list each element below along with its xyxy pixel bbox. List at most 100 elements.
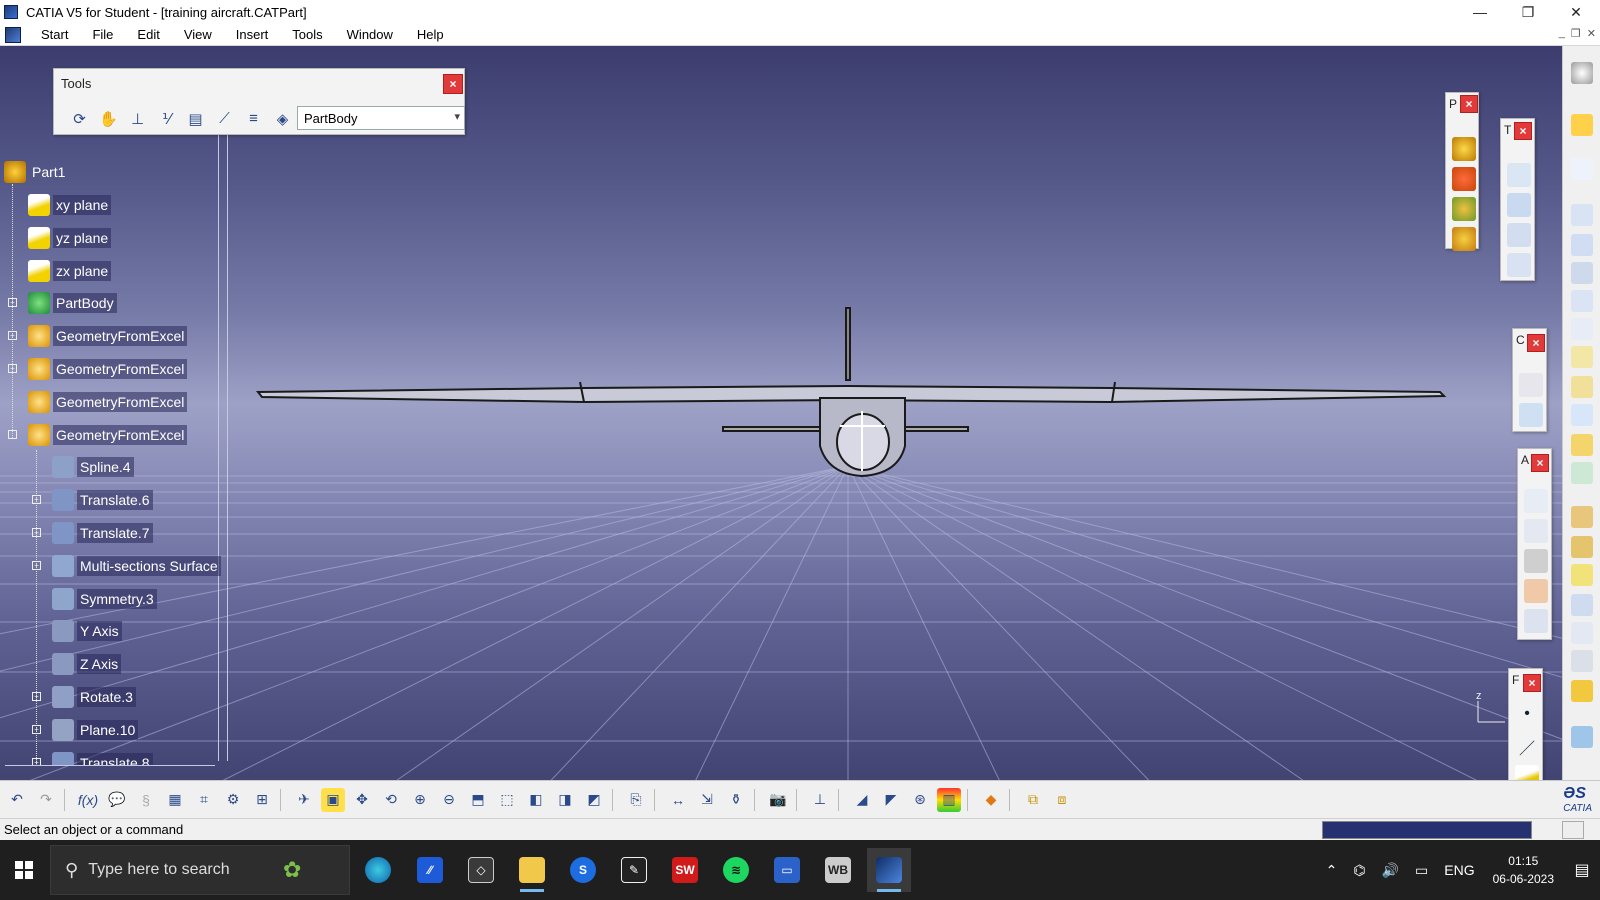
expand-icon[interactable]: + <box>8 298 17 308</box>
apply-material-bottom-icon[interactable]: ◆ <box>979 788 1003 812</box>
material-icon-3[interactable] <box>1452 197 1476 221</box>
isometric-view-icon[interactable]: ⬚ <box>495 788 519 812</box>
expand-icon[interactable]: + <box>32 528 41 537</box>
normal-view-icon[interactable]: ⬒ <box>466 788 490 812</box>
float-toolbar-f-close[interactable]: × <box>1523 674 1541 692</box>
boolean-ops-icon[interactable]: ⧉ <box>1021 788 1045 812</box>
surface-based-icon[interactable] <box>1571 726 1593 748</box>
flag-note-icon[interactable] <box>1524 519 1548 543</box>
expand-icon[interactable]: + <box>8 331 17 341</box>
tree-node[interactable]: zx plane <box>28 259 112 283</box>
float-toolbar-a-close[interactable]: × <box>1531 454 1549 472</box>
3d-viewport[interactable]: z <box>0 46 1562 792</box>
tree-node[interactable]: + Translate.7 <box>32 521 153 545</box>
thread-icon[interactable] <box>1571 650 1593 672</box>
language-indicator[interactable]: ENG <box>1444 862 1474 878</box>
annotation-tool-icon[interactable] <box>1524 609 1548 633</box>
loft-icon[interactable] <box>1571 434 1593 456</box>
view-annotation-icon[interactable] <box>1524 549 1548 573</box>
render-icon[interactable]: ⎘ <box>624 788 648 812</box>
knowledge-icon[interactable]: § <box>134 788 158 812</box>
table-icon[interactable]: ▦ <box>163 788 187 812</box>
groove-icon[interactable] <box>1571 290 1593 312</box>
settings-gear-icon[interactable] <box>1571 62 1593 84</box>
comment-icon[interactable]: 💬 <box>105 788 129 812</box>
swap-visible-icon[interactable]: ◩ <box>582 788 606 812</box>
float-toolbar-p-close[interactable]: × <box>1460 95 1478 113</box>
taskbar-workbench[interactable]: WB <box>816 848 860 892</box>
check-icon[interactable]: ⊞ <box>250 788 274 812</box>
collapse-icon[interactable] <box>8 429 17 439</box>
tree-node[interactable]: Y Axis <box>52 619 122 643</box>
tree-node[interactable]: Spline.4 <box>52 455 134 479</box>
doc-minimize-button[interactable]: _ <box>1559 27 1565 40</box>
menu-view[interactable]: View <box>172 27 224 42</box>
draft-analysis-icon[interactable]: ◢ <box>850 788 874 812</box>
menu-tools[interactable]: Tools <box>280 27 334 42</box>
expand-icon[interactable]: + <box>32 495 41 505</box>
draft-icon[interactable] <box>1571 564 1593 586</box>
symmetry-tool-icon[interactable] <box>1507 193 1531 217</box>
current-body-select[interactable]: PartBody ▾ <box>297 106 465 130</box>
list-icon[interactable]: ≡ <box>242 107 265 130</box>
units-icon[interactable]: ⅟ <box>155 107 178 130</box>
text-annotation-icon[interactable] <box>1524 489 1548 513</box>
zoom-out-icon[interactable]: ⊖ <box>437 788 461 812</box>
thickness-icon[interactable] <box>1571 622 1593 644</box>
chevron-up-icon[interactable]: ⌃ <box>1326 862 1338 879</box>
shading-icon[interactable]: ◧ <box>524 788 548 812</box>
expand-icon[interactable]: + <box>32 560 41 570</box>
tree-horizontal-scrollbar[interactable] <box>5 765 215 775</box>
pattern-icon[interactable] <box>1507 223 1531 247</box>
hand-pan-icon[interactable]: ✋ <box>97 107 120 130</box>
tree-root-part1[interactable]: Part1 <box>4 160 68 184</box>
law-icon[interactable]: ⚙ <box>221 788 245 812</box>
notification-icon[interactable]: ▤ <box>1564 860 1600 880</box>
stiffener-icon[interactable] <box>1571 404 1593 426</box>
tree-node[interactable]: + Rotate.3 <box>32 685 136 709</box>
tree-node[interactable]: + PartBody <box>8 291 117 315</box>
expand-icon[interactable]: + <box>32 757 41 765</box>
taskbar-search-box[interactable]: ⚲ Type here to search ✿ <box>50 845 350 895</box>
tree-node[interactable]: + Multi-sections Surface <box>32 554 221 578</box>
command-input-button[interactable] <box>1562 821 1584 839</box>
float-toolbar-c-close[interactable]: × <box>1527 334 1545 352</box>
menu-edit[interactable]: Edit <box>125 27 171 42</box>
taskbar-skype[interactable]: S <box>561 848 605 892</box>
curvature-analysis-icon[interactable]: ◤ <box>879 788 903 812</box>
pan-icon[interactable]: ✥ <box>350 788 374 812</box>
pocket-icon[interactable] <box>1571 234 1593 256</box>
rib-icon[interactable] <box>1571 346 1593 368</box>
undo-icon[interactable]: ↶ <box>5 788 29 812</box>
axis-tool-icon[interactable]: ⊥ <box>808 788 832 812</box>
expand-icon[interactable]: + <box>32 692 41 701</box>
chamfer-icon[interactable] <box>1571 536 1593 558</box>
remove-loft-icon[interactable] <box>1571 462 1593 484</box>
tree-node[interactable]: yz plane <box>28 226 112 250</box>
taskbar-solidworks[interactable]: SW <box>663 848 707 892</box>
volume-icon[interactable]: 🔊 <box>1382 862 1399 879</box>
menu-file[interactable]: File <box>80 27 125 42</box>
tree-node[interactable]: + Translate.8 <box>32 751 153 765</box>
design-table-icon[interactable]: ⌗ <box>192 788 216 812</box>
clock[interactable]: 01:15 06-06-2023 <box>1493 852 1554 888</box>
slot-icon[interactable] <box>1571 376 1593 398</box>
doc-restore-button[interactable]: ❐ <box>1571 27 1581 40</box>
tree-node[interactable]: Z Axis <box>52 652 122 676</box>
update-icon[interactable]: ⟳ <box>68 107 91 130</box>
color-map-icon[interactable]: ▥ <box>937 787 961 812</box>
expand-icon[interactable]: + <box>32 724 41 734</box>
expand-icon[interactable]: + <box>8 364 17 373</box>
menu-insert[interactable]: Insert <box>224 27 281 42</box>
tree-node[interactable]: GeometryFromExcel <box>8 423 188 447</box>
catalog-icon[interactable]: ▤ <box>184 107 207 130</box>
sketcher-icon[interactable] <box>1571 158 1593 180</box>
menu-start[interactable]: Start <box>29 27 80 42</box>
sketch-analysis-icon[interactable]: ⟋ <box>213 107 236 130</box>
measure-item-icon[interactable]: ⇲ <box>695 788 719 812</box>
apply-material-icon[interactable] <box>1452 137 1476 161</box>
select-arrow-icon[interactable] <box>1571 114 1593 136</box>
tree-node[interactable]: + GeometryFromExcel <box>8 357 188 381</box>
float-toolbar-t-close[interactable]: × <box>1514 122 1532 140</box>
line-icon[interactable]: ／ <box>1515 735 1539 759</box>
